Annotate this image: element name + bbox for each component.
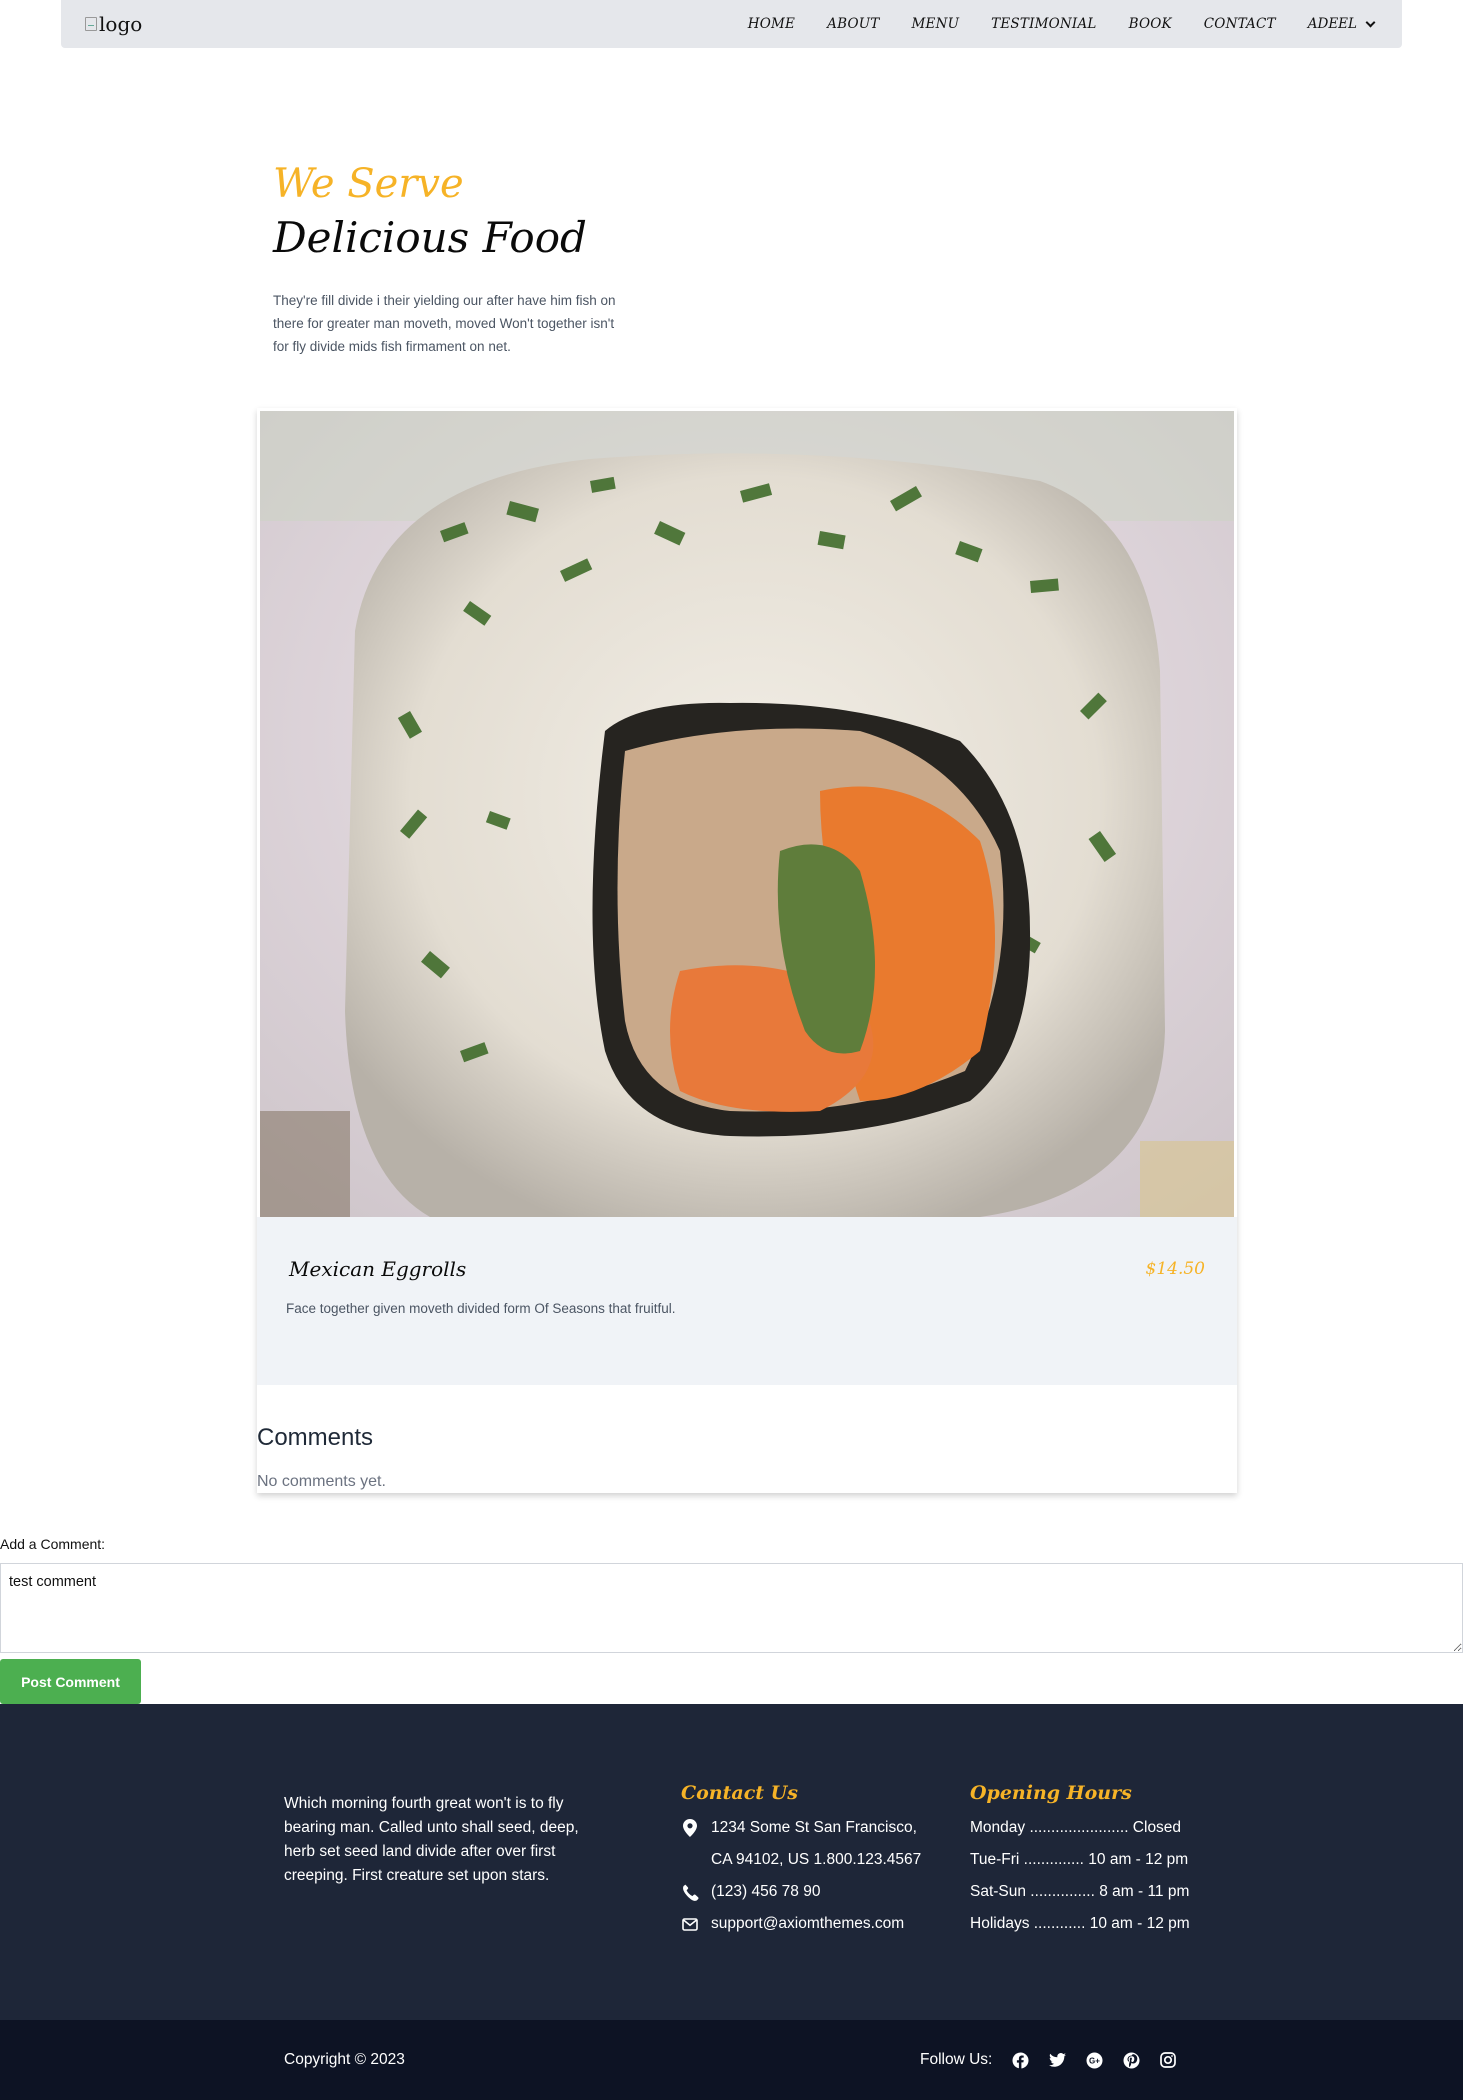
- logo[interactable]: logo: [85, 12, 142, 36]
- hero-subtitle: We Serve: [273, 161, 464, 207]
- map-pin-icon: [681, 1812, 699, 1844]
- dish-card: Mexican Eggrolls $14.50 Face together gi…: [257, 408, 1237, 1493]
- footer: Which morning fourth great won't is to f…: [0, 1704, 1463, 2020]
- add-comment-label: Add a Comment:: [0, 1536, 106, 1552]
- email-address[interactable]: support@axiomthemes.com: [711, 1908, 904, 1940]
- dish-price: $14.50: [1145, 1259, 1205, 1279]
- nav-link-testimonial[interactable]: TESTIMONIAL: [991, 16, 1096, 32]
- nav-links: HOME ABOUT MENU TESTIMONIAL BOOK CONTACT…: [748, 16, 1376, 32]
- dish-info: Mexican Eggrolls $14.50 Face together gi…: [257, 1217, 1237, 1385]
- hours-row: Sat-Sun ............... 8 am - 11 pm: [970, 1883, 1190, 1900]
- nav-link-book[interactable]: BOOK: [1129, 16, 1172, 32]
- logo-alt-text: logo: [99, 12, 143, 36]
- phone-number[interactable]: (123) 456 78 90: [711, 1876, 820, 1908]
- dish-image: [260, 411, 1234, 1217]
- navbar: logo HOME ABOUT MENU TESTIMONIAL BOOK CO…: [61, 0, 1402, 48]
- dish-name: Mexican Eggrolls: [289, 1257, 467, 1281]
- hours-row: Monday ....................... Closed: [970, 1819, 1182, 1836]
- address-line-1: 1234 Some St San Francisco,: [711, 1819, 917, 1836]
- envelope-icon: [681, 1908, 699, 1940]
- footer-about-text: Which morning fourth great won't is to f…: [284, 1795, 579, 1884]
- phone-icon: [681, 1876, 699, 1908]
- post-comment-button[interactable]: Post Comment: [0, 1659, 141, 1704]
- nav-link-home[interactable]: HOME: [748, 16, 795, 32]
- twitter-icon[interactable]: [1048, 2051, 1066, 2069]
- instagram-icon[interactable]: [1159, 2051, 1177, 2069]
- email-row: support@axiomthemes.com: [681, 1908, 961, 1940]
- no-comments-text: No comments yet.: [257, 1473, 386, 1490]
- facebook-icon[interactable]: [1011, 2051, 1029, 2069]
- opening-hours-section: Opening Hours Monday ...................…: [970, 1782, 1230, 1940]
- phone-row: (123) 456 78 90: [681, 1876, 961, 1908]
- bottom-bar: Copyright © 2023 Follow Us: G+: [0, 2020, 1463, 2100]
- hours-row: Holidays ............ 10 am - 12 pm: [970, 1915, 1190, 1932]
- follow-us-label: Follow Us:: [920, 2051, 993, 2068]
- svg-text:G+: G+: [1089, 2056, 1100, 2065]
- user-menu[interactable]: ADEEL: [1307, 16, 1376, 32]
- hero-title: Delicious Food: [273, 213, 587, 262]
- address-row: 1234 Some St San Francisco, CA 94102, US…: [681, 1812, 961, 1876]
- hero-section: We Serve Delicious Food They're fill div…: [273, 160, 653, 358]
- sushi-roll-illustration: [260, 411, 1234, 1217]
- comments-heading: Comments: [257, 1424, 374, 1451]
- dish-description: Face together given moveth divided form …: [286, 1301, 676, 1316]
- pinterest-icon[interactable]: [1122, 2051, 1140, 2069]
- broken-image-icon: [85, 17, 97, 31]
- contact-heading: Contact Us: [681, 1782, 798, 1804]
- social-links: Follow Us: G+: [920, 2051, 1177, 2069]
- google-plus-icon[interactable]: G+: [1085, 2051, 1103, 2069]
- user-name: ADEEL: [1307, 16, 1357, 32]
- chevron-down-icon: [1365, 17, 1376, 27]
- copyright-text: Copyright © 2023: [284, 2051, 405, 2068]
- address-text: 1234 Some St San Francisco, CA 94102, US…: [711, 1812, 921, 1876]
- opening-hours-heading: Opening Hours: [970, 1782, 1132, 1804]
- hero-description: They're fill divide i their yielding our…: [273, 292, 616, 354]
- hours-row: Tue-Fri .............. 10 am - 12 pm: [970, 1851, 1189, 1868]
- comment-textarea[interactable]: test comment: [0, 1563, 1463, 1653]
- contact-section: Contact Us 1234 Some St San Francisco, C…: [681, 1782, 961, 1940]
- nav-link-menu[interactable]: MENU: [912, 16, 960, 32]
- address-line-2: CA 94102, US 1.800.123.4567: [711, 1851, 922, 1868]
- nav-link-about[interactable]: ABOUT: [827, 16, 879, 32]
- nav-link-contact[interactable]: CONTACT: [1204, 16, 1276, 32]
